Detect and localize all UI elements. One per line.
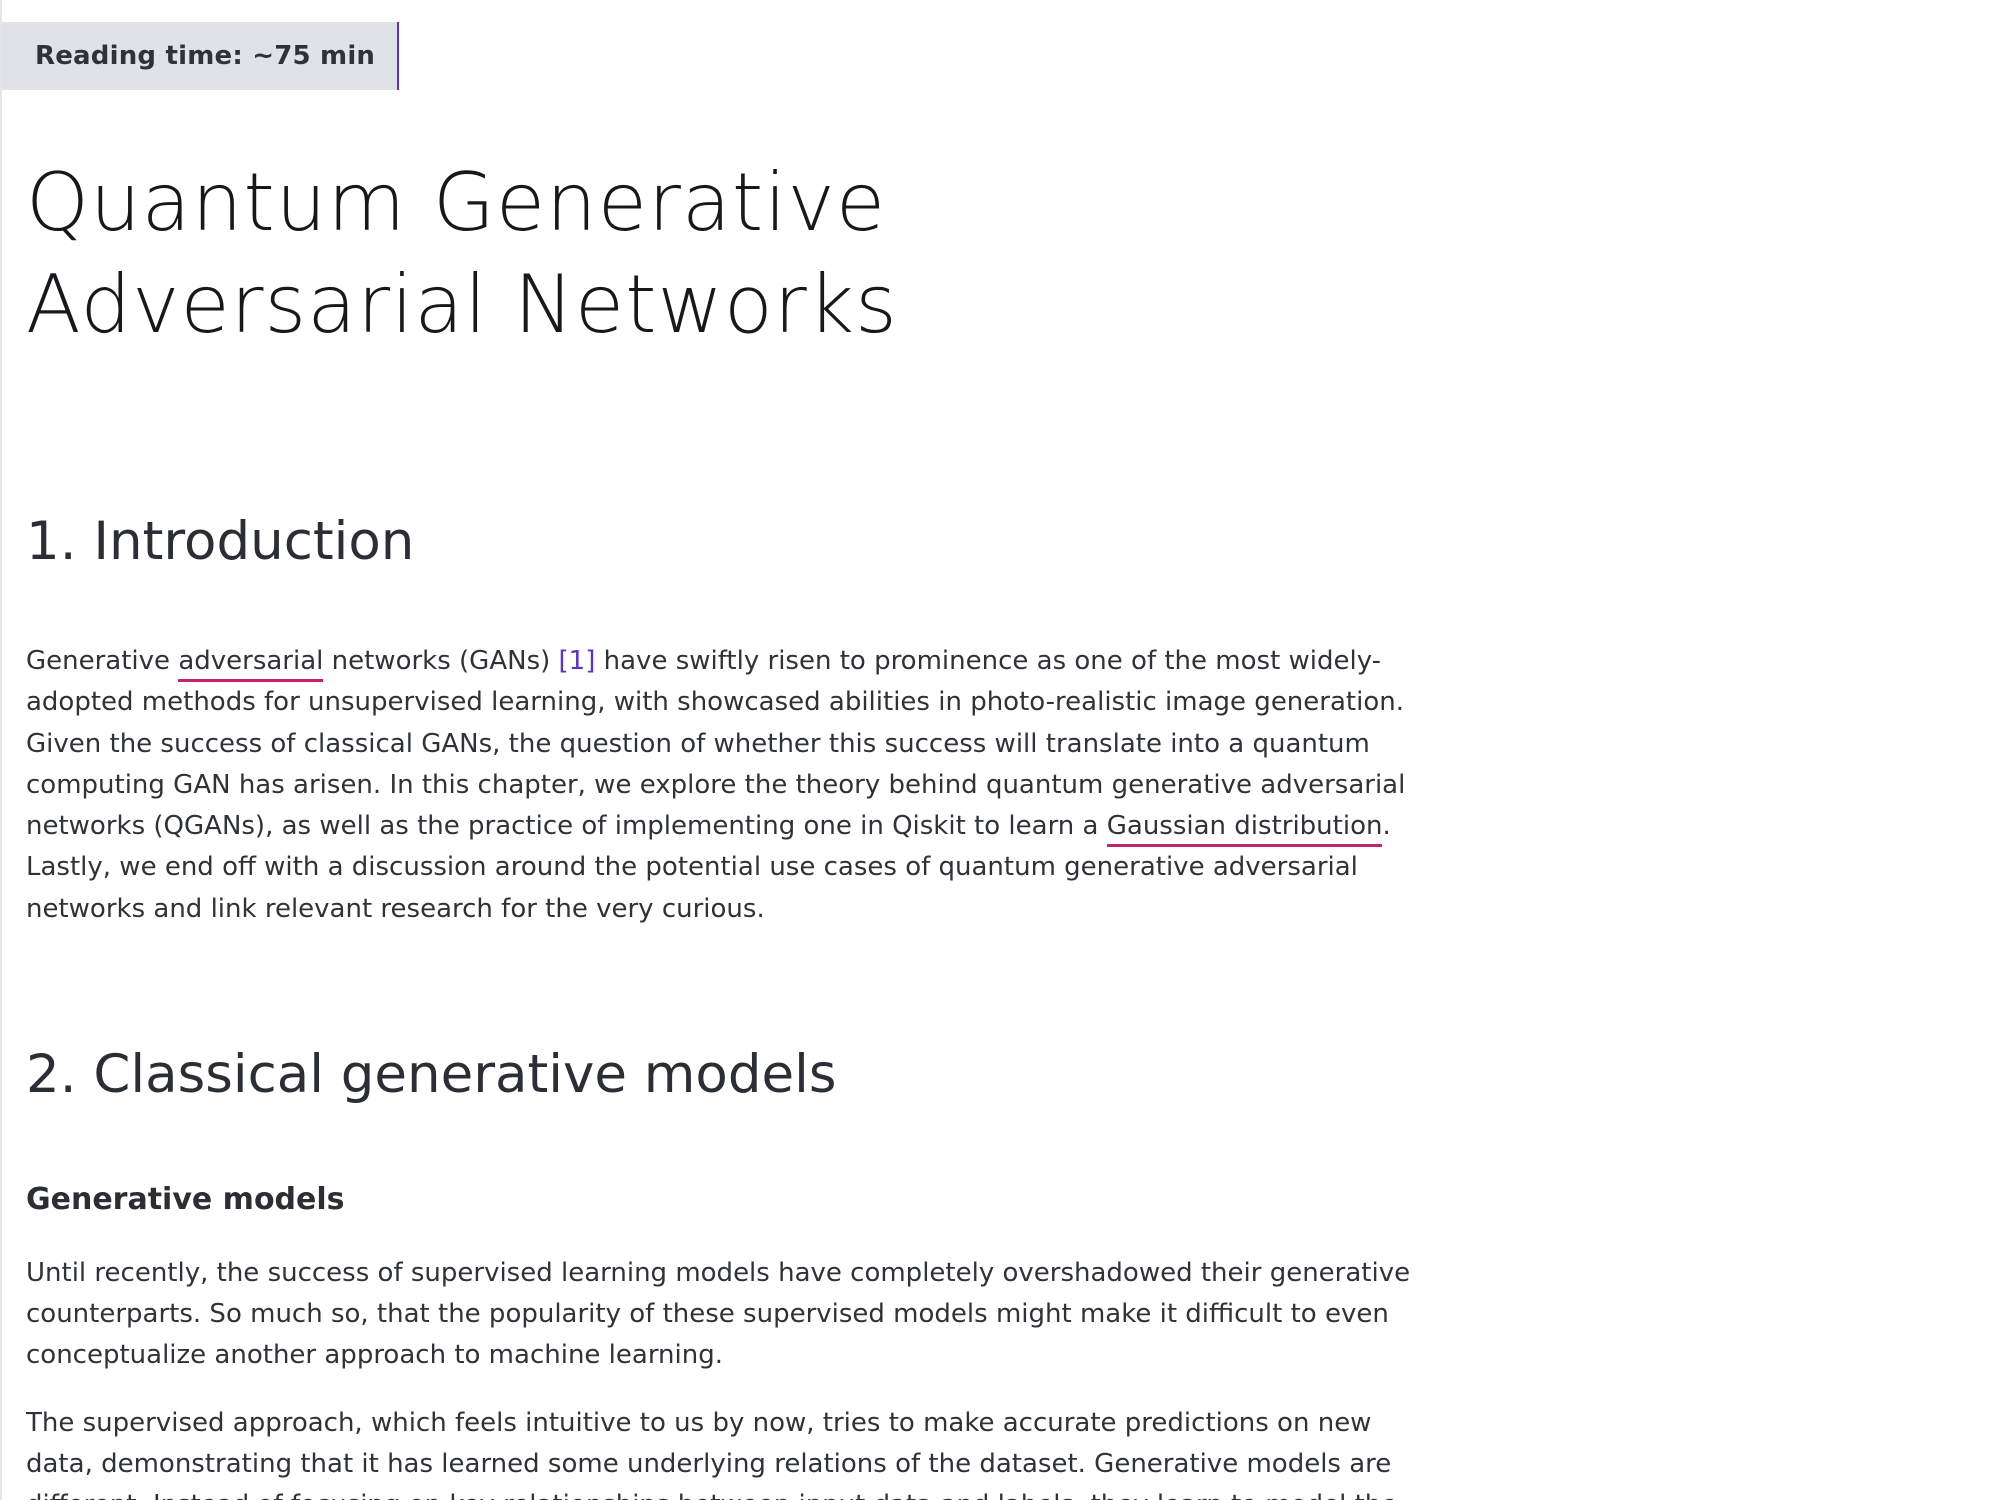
left-border	[0, 0, 2, 1500]
text-line: different. Instead of focusing on key re…	[26, 1485, 1426, 1500]
text-run: networks (GANs)	[323, 646, 559, 676]
section-heading-classical-generative-models: 2. Classical generative models	[26, 1044, 837, 1105]
text-line: computing GAN has arisen. In this chapte…	[26, 769, 1406, 800]
text-run: .	[1382, 811, 1391, 842]
text-line: The supervised approach, which feels int…	[26, 1408, 1372, 1438]
text-run: have swiftly risen to prominence as one …	[595, 646, 1382, 676]
text-run: Generative	[26, 646, 179, 676]
text-line: data, demonstrating that it has learned …	[26, 1449, 1392, 1479]
text-line: Generative adversarial networks (GANs) […	[26, 641, 1426, 682]
text-line: adopted methods for unsupervised learnin…	[26, 687, 1404, 718]
page-title-line-2: Adversarial Networks	[26, 258, 898, 351]
glossary-term-adversarial[interactable]: adversarial	[178, 646, 324, 682]
text-line: Given the success of classical GANs, the…	[26, 728, 1370, 759]
intro-paragraph: Generative adversarial networks (GANs) […	[26, 641, 1426, 930]
classical-paragraph-2: The supervised approach, which feels int…	[26, 1403, 1426, 1500]
reading-time-badge: Reading time: ~75 min	[1, 22, 399, 90]
citation-link[interactable]: [1]	[559, 646, 596, 676]
glossary-term-gaussian-distribution[interactable]: Gaussian distribution	[1106, 811, 1383, 848]
text-line: networks and link relevant research for …	[26, 893, 765, 924]
text-line: Until recently, the success of supervise…	[26, 1258, 1411, 1288]
text-run: networks (QGANs), as well as the practic…	[26, 811, 1107, 842]
page-title-line-1: Quantum Generative	[26, 156, 887, 249]
subheading-generative-models: Generative models	[26, 1182, 345, 1217]
classical-paragraph-1: Until recently, the success of supervise…	[26, 1253, 1426, 1376]
reading-time-label: Reading time: ~75 min	[35, 41, 376, 71]
section-heading-introduction: 1. Introduction	[26, 511, 415, 572]
page-title: Quantum Generative Adversarial Networks	[26, 152, 1226, 356]
text-line: networks (QGANs), as well as the practic…	[26, 806, 1426, 848]
text-line: conceptualize another approach to machin…	[26, 1340, 724, 1370]
text-line: counterparts. So much so, that the popul…	[26, 1299, 1389, 1329]
text-line: Lastly, we end off with a discussion aro…	[26, 852, 1358, 883]
